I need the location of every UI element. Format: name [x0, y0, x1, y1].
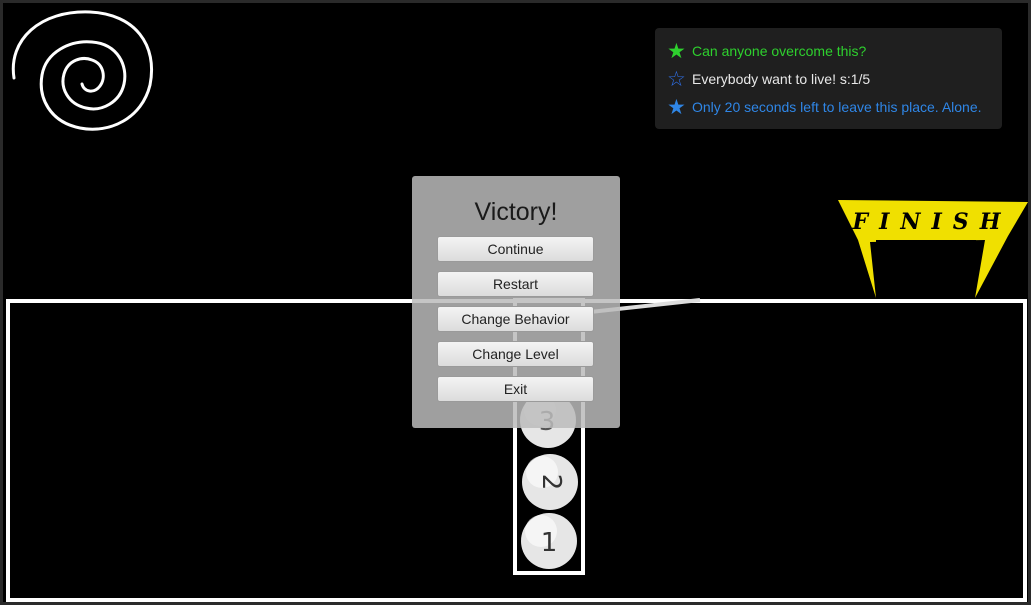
spiral-icon: [11, 10, 153, 131]
finish-text: FINISH: [852, 209, 1012, 235]
game-viewport: 3 2 1 FINISH ★ Can anyone overcome this?…: [0, 0, 1031, 605]
ball-label-1: 1: [541, 528, 558, 558]
objective-3: ★ Only 20 seconds left to leave this pla…: [667, 94, 982, 120]
victory-title: Victory!: [474, 198, 558, 226]
objectives-panel: ★ Can anyone overcome this? ☆ Everybody …: [655, 28, 1002, 129]
star-filled-icon: ★: [667, 38, 686, 63]
exit-button[interactable]: Exit: [437, 376, 594, 402]
objective-text: Can anyone overcome this?: [692, 43, 867, 59]
change-level-button[interactable]: Change Level: [437, 341, 594, 367]
objective-text: Everybody want to live! s:1/5: [692, 71, 871, 87]
victory-dialog: Victory! Continue Restart Change Behavio…: [412, 176, 620, 428]
ball-label-2: 2: [536, 474, 566, 491]
star-outline-icon: ☆: [667, 66, 686, 91]
restart-button[interactable]: Restart: [437, 271, 594, 297]
objective-2: ☆ Everybody want to live! s:1/5: [667, 66, 870, 92]
continue-button[interactable]: Continue: [437, 236, 594, 262]
objective-1: ★ Can anyone overcome this?: [667, 38, 866, 64]
change-behavior-button[interactable]: Change Behavior: [437, 306, 594, 332]
objective-text: Only 20 seconds left to leave this place…: [692, 99, 982, 115]
star-filled-icon: ★: [667, 94, 686, 119]
